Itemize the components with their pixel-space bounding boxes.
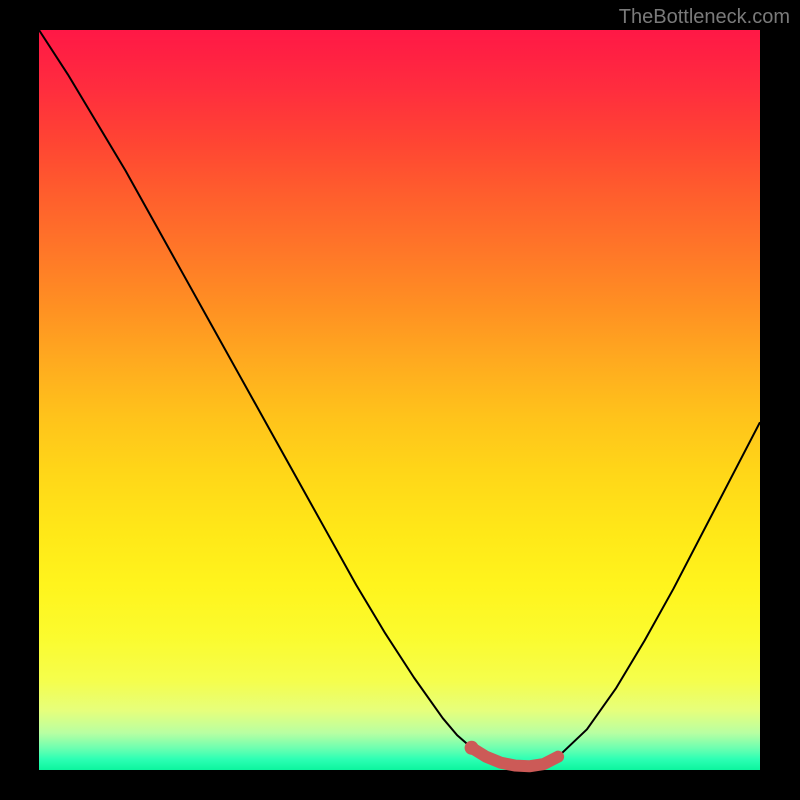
- chart-svg: [39, 30, 760, 770]
- chart-curve: [39, 30, 760, 766]
- watermark-text: TheBottleneck.com: [619, 6, 790, 29]
- chart-plot-area: [39, 30, 760, 770]
- chart-marker-start-dot: [465, 741, 479, 755]
- chart-optimal-marker: [472, 748, 559, 767]
